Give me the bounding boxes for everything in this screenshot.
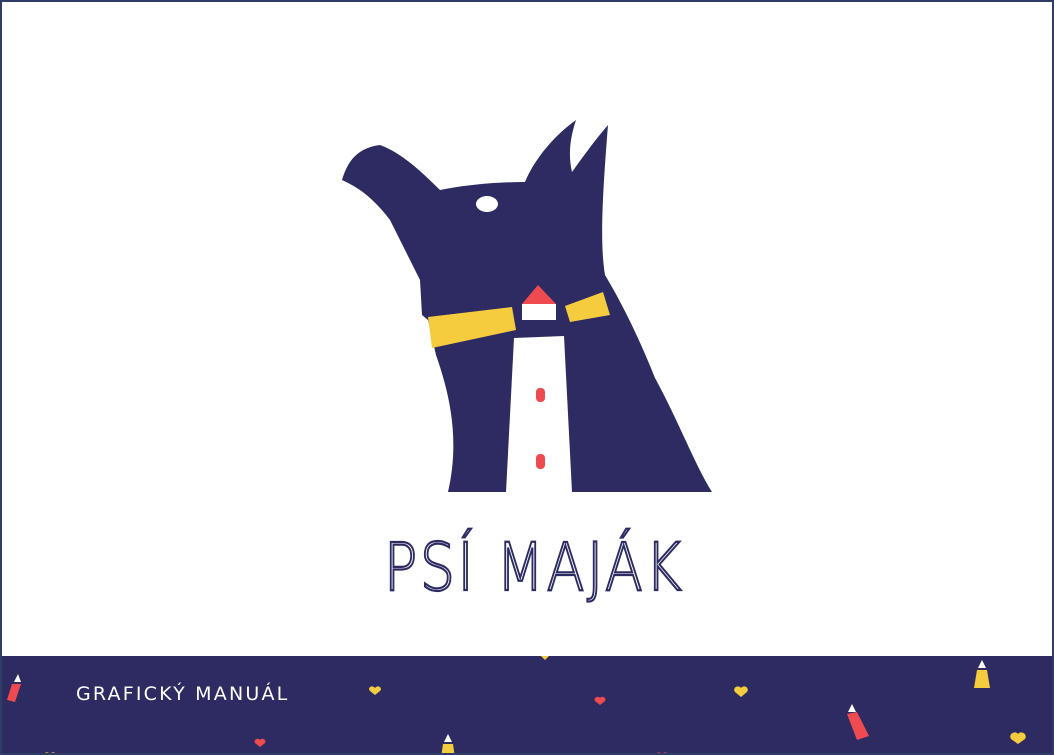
lighthouse-lamp [522, 304, 556, 320]
confetti-pattern [7, 656, 1026, 753]
dog-eye [476, 196, 498, 212]
lighthouse-icon [974, 660, 990, 688]
lighthouse-icon [7, 674, 21, 702]
cover-page: PSÍ MAJÁK GRAFICKÝ MANUÁL [0, 0, 1054, 755]
lighthouse-icon [847, 704, 869, 740]
lighthouse-icon [441, 734, 455, 753]
lighthouse-window-1 [536, 388, 545, 402]
logo-wordmark: PSÍ MAJÁK [384, 528, 684, 606]
lighthouse-window-2 [536, 454, 545, 469]
heart-icon [44, 656, 1026, 753]
heart-icon [254, 696, 668, 753]
manual-title: GRAFICKÝ MANUÁL [76, 683, 290, 705]
psi-majak-logo: PSÍ MAJÁK [320, 110, 730, 610]
footer-band: GRAFICKÝ MANUÁL [2, 656, 1052, 753]
